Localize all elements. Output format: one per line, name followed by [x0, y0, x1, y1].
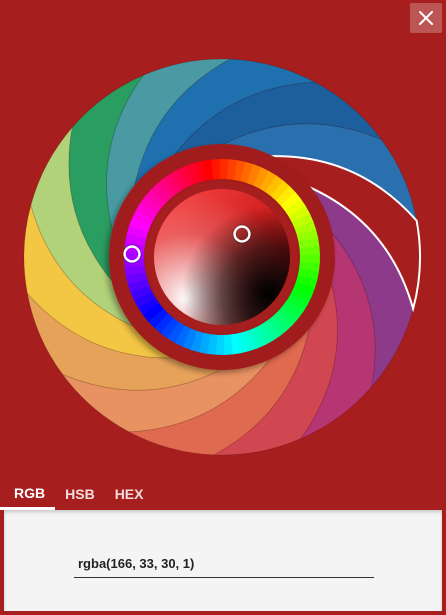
value-panel: rgba(166, 33, 30, 1) — [4, 510, 442, 611]
format-tabs: RGB HSB HEX — [0, 478, 446, 510]
color-value-field[interactable]: rgba(166, 33, 30, 1) — [74, 550, 374, 578]
color-wheel[interactable] — [0, 0, 446, 470]
tab-hex[interactable]: HEX — [105, 478, 154, 510]
tab-hsb[interactable]: HSB — [55, 478, 105, 510]
tab-rgb[interactable]: RGB — [0, 478, 56, 510]
